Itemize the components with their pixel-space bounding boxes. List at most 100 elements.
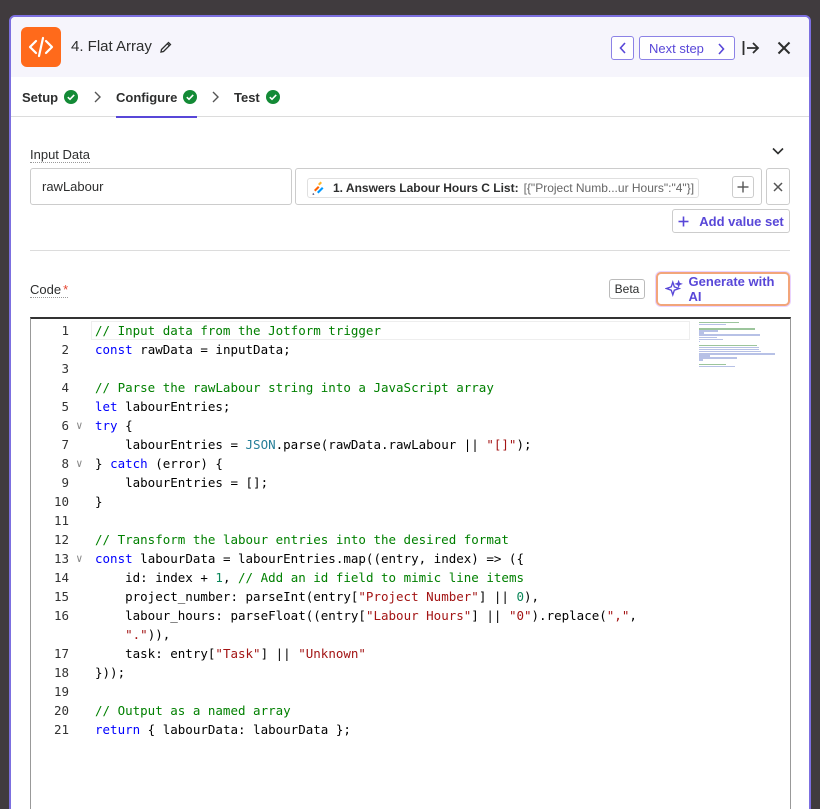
line-number: 11	[53, 513, 69, 528]
code-text: let labourEntries;	[95, 399, 231, 414]
code-line[interactable]: 9 labourEntries = [];	[31, 473, 790, 492]
code-line[interactable]: 19	[31, 682, 790, 701]
next-step-label: Next step	[649, 40, 704, 56]
tab-setup[interactable]: Setup	[22, 77, 79, 117]
line-number: 15	[53, 589, 69, 604]
jotform-icon	[312, 181, 324, 195]
line-number: 14	[53, 570, 69, 585]
add-value-set-button[interactable]: Add value set	[672, 209, 790, 233]
line-number: 12	[53, 532, 69, 547]
chevron-right-icon	[212, 91, 219, 103]
generate-with-ai-button[interactable]: Generate with AI	[656, 272, 790, 306]
minimap-line	[699, 340, 701, 343]
fold-chevron-icon[interactable]: ∨	[76, 454, 83, 473]
code-line[interactable]: 11	[31, 511, 790, 530]
code-line[interactable]: 16 labour_hours: parseFloat((entry["Labo…	[31, 606, 790, 625]
code-text: }	[95, 494, 103, 509]
sparkle-icon	[665, 280, 683, 297]
step-tabs: Setup Configure Test	[11, 77, 809, 118]
code-text: // Parse the rawLabour string into a Jav…	[95, 380, 494, 395]
code-line[interactable]: 4 // Parse the rawLabour string into a Ja…	[31, 378, 790, 397]
code-line[interactable]: 15 project_number: parseInt(entry["Proje…	[31, 587, 790, 606]
code-line[interactable]: 17 task: entry["Task"] || "Unknown"	[31, 644, 790, 663]
code-text: project_number: parseInt(entry["Project …	[95, 589, 540, 604]
step-header: 4. Flat Array Next step	[11, 17, 809, 77]
tab-configure[interactable]: Configure	[116, 77, 198, 118]
code-text: const rawData = inputData;	[95, 342, 291, 357]
step-title[interactable]: 4. Flat Array	[71, 38, 152, 55]
code-text: const labourData = labourEntries.map((en…	[95, 551, 524, 566]
next-step-button[interactable]: Next step	[639, 36, 735, 60]
add-value-set-label: Add value set	[699, 213, 784, 229]
remove-value-button[interactable]	[766, 168, 790, 205]
section-divider	[30, 250, 790, 251]
line-number: 7	[61, 437, 69, 452]
code-text: task: entry["Task"] || "Unknown"	[95, 646, 366, 661]
line-number: 3	[61, 361, 69, 376]
code-line[interactable]: ".")),	[31, 625, 790, 644]
line-number: 2	[61, 342, 69, 357]
close-icon	[773, 181, 783, 192]
fold-chevron-icon[interactable]: ∨	[76, 416, 83, 435]
code-line[interactable]: 12 // Transform the labour entries into t…	[31, 530, 790, 549]
mapped-field-preview: [{"Project Numb...ur Hours":"4"}]	[523, 181, 695, 195]
minimap-line	[699, 353, 775, 355]
code-text: }));	[95, 665, 126, 680]
input-value-field[interactable]: 1. Answers Labour Hours C List: [{"Proje…	[295, 168, 762, 205]
minimap-line	[699, 324, 727, 326]
code-label: Code *	[30, 282, 69, 298]
code-minimap[interactable]	[699, 322, 775, 368]
code-text: labourEntries = JSON.parse(rawData.rawLa…	[95, 437, 532, 452]
code-line[interactable]: 13 ∨ const labourData = labourEntries.map(…	[31, 549, 790, 568]
code-text: id: index + 1, // Add an id field to mim…	[95, 570, 524, 585]
code-line[interactable]: 8 ∨} catch (error) {	[31, 454, 790, 473]
beta-badge: Beta	[609, 279, 645, 299]
code-line[interactable]: 2 const rawData = inputData;	[31, 340, 790, 359]
chevron-down-icon[interactable]	[771, 144, 785, 158]
fold-chevron-icon[interactable]: ∨	[76, 549, 83, 568]
minimap-line	[699, 357, 737, 359]
check-circle-icon	[265, 90, 280, 104]
line-number: 16	[53, 608, 69, 623]
line-number: 20	[53, 703, 69, 718]
line-number: 17	[53, 646, 69, 661]
input-data-label: Input Data	[30, 147, 90, 163]
code-line[interactable]: 18}));	[31, 663, 790, 682]
code-line[interactable]: 7 labourEntries = JSON.parse(rawData.raw…	[31, 435, 790, 454]
close-icon[interactable]	[777, 41, 791, 55]
code-line[interactable]: 6 ∨ try {	[31, 416, 790, 435]
chevron-right-icon	[94, 91, 101, 103]
code-line[interactable]: 20 // Output as a named array	[31, 701, 790, 720]
code-text: labour_hours: parseFloat((entry["Labour …	[95, 608, 637, 623]
code-line[interactable]: 21 return { labourData: labourData };	[31, 720, 790, 739]
code-line[interactable]: 10}	[31, 492, 790, 511]
tab-setup-label: Setup	[22, 89, 59, 105]
code-line[interactable]: 5 let labourEntries;	[31, 397, 790, 416]
pencil-icon[interactable]	[159, 40, 173, 54]
code-text: // Input data from the Jotform trigger	[95, 323, 381, 338]
required-marker: *	[63, 282, 69, 297]
mapped-field-pill[interactable]: 1. Answers Labour Hours C List: [{"Proje…	[307, 178, 700, 198]
code-line[interactable]: 1 // Input data from the Jotform trigger	[31, 321, 790, 340]
code-text: labourEntries = [];	[95, 475, 269, 490]
check-circle-icon	[64, 90, 79, 104]
code-text: // Output as a named array	[95, 703, 291, 718]
tab-test[interactable]: Test	[234, 77, 280, 117]
previous-step-button[interactable]	[611, 36, 634, 60]
step-panel: 4. Flat Array Next step Setup Configure …	[9, 15, 811, 809]
line-number: 19	[53, 684, 69, 699]
code-line[interactable]: 3	[31, 359, 790, 378]
code-lines[interactable]: 1 // Input data from the Jotform trigger 2…	[31, 321, 790, 739]
line-number: 18	[53, 665, 69, 680]
code-text: return { labourData: labourData };	[95, 722, 351, 737]
collapse-panel-icon[interactable]	[742, 40, 760, 56]
insert-data-button[interactable]	[732, 176, 754, 198]
chevron-right-icon	[718, 43, 725, 55]
input-key-field[interactable]: rawLabour	[30, 168, 292, 205]
generate-with-ai-label: Generate with AI	[688, 274, 775, 304]
code-editor[interactable]: 1 // Input data from the Jotform trigger 2…	[30, 317, 791, 809]
line-number: 21	[53, 722, 69, 737]
code-line[interactable]: 14 id: index + 1, // Add an id field to …	[31, 568, 790, 587]
code-text: ".")),	[125, 627, 171, 642]
line-number: 6	[61, 418, 69, 433]
